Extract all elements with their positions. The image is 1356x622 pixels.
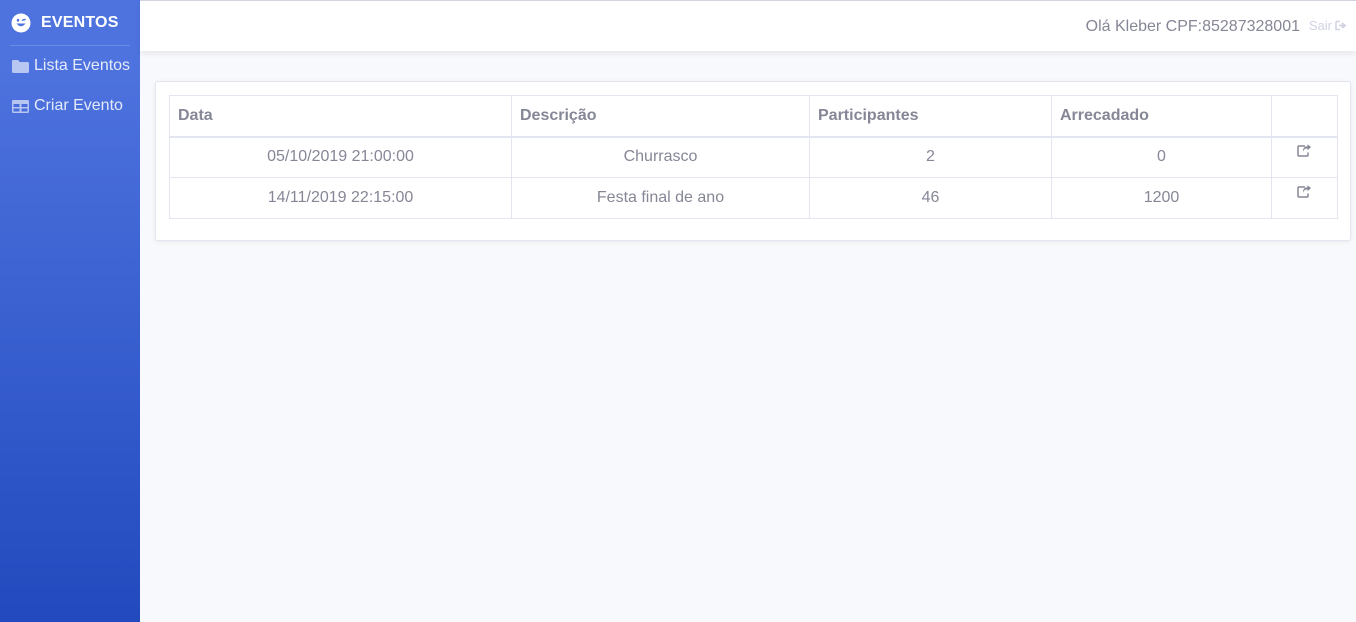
brand-title: EVENTOS (41, 13, 119, 31)
header-participantes[interactable]: Participantes (809, 95, 1052, 138)
events-card: Data Descrição Participantes Arrecadado … (155, 81, 1351, 241)
header-arrecadado[interactable]: Arrecadado (1051, 95, 1272, 138)
sidebar-item-label: Lista Eventos (34, 57, 131, 74)
cell-descricao: Festa final de ano (511, 177, 810, 219)
sign-out-icon (1335, 20, 1347, 31)
cell-data: 14/11/2019 22:15:00 (169, 177, 512, 219)
sidebar-item-criar-evento[interactable]: Criar Evento (0, 86, 140, 126)
header-descricao[interactable]: Descrição (511, 95, 810, 138)
cell-participantes: 46 (809, 177, 1052, 219)
header-data[interactable]: Data (169, 95, 512, 138)
events-table: Data Descrição Participantes Arrecadado … (169, 95, 1338, 219)
brand[interactable]: EVENTOS (0, 0, 140, 45)
table-row: 05/10/2019 21:00:00 Churrasco 2 0 (169, 136, 1338, 178)
table-header-row: Data Descrição Participantes Arrecadado (169, 95, 1338, 138)
header-actions (1271, 95, 1338, 138)
smile-icon (11, 13, 31, 33)
cell-data: 05/10/2019 21:00:00 (169, 136, 512, 178)
share-button[interactable] (1297, 144, 1312, 157)
sidebar: EVENTOS Lista Eventos Criar Evento (0, 0, 140, 622)
sidebar-item-lista-eventos[interactable]: Lista Eventos (0, 46, 140, 86)
cell-descricao: Churrasco (511, 136, 810, 178)
logout-link[interactable]: Sair (1309, 18, 1348, 33)
share-icon (1297, 144, 1311, 157)
user-greeting: Olá Kleber CPF:85287328001 (1085, 18, 1300, 35)
cell-arrecadado: 1200 (1051, 177, 1272, 219)
cell-arrecadado: 0 (1051, 136, 1272, 178)
folder-icon (11, 58, 30, 74)
sidebar-item-label: Criar Evento (34, 97, 123, 114)
table-icon (11, 98, 30, 114)
logout-label: Sair (1308, 18, 1332, 33)
table-row: 14/11/2019 22:15:00 Festa final de ano 4… (169, 177, 1338, 219)
share-icon (1297, 185, 1311, 198)
topbar: Olá Kleber CPF:85287328001 Sair (140, 0, 1356, 51)
cell-action (1271, 136, 1338, 178)
cell-participantes: 2 (809, 136, 1052, 178)
cell-action (1271, 177, 1338, 219)
share-button[interactable] (1297, 185, 1312, 198)
